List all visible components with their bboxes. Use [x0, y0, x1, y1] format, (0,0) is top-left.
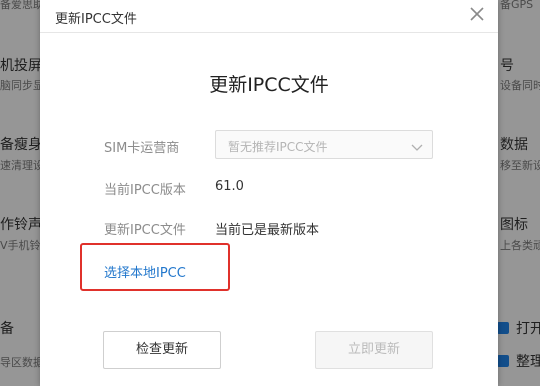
chevron-down-icon: [410, 139, 424, 153]
update-file-label: 更新IPCC文件: [104, 223, 186, 238]
carrier-label: SIM卡运营商: [104, 141, 180, 156]
carrier-select[interactable]: 暂无推荐IPCC文件: [215, 130, 433, 159]
current-version-value: 61.0: [215, 179, 244, 194]
close-icon[interactable]: [468, 5, 486, 23]
current-version-label: 当前IPCC版本: [104, 183, 186, 198]
update-file-status: 当前已是最新版本: [215, 223, 320, 238]
dialog-header: 更新IPCC文件: [40, 0, 498, 33]
carrier-select-value: 暂无推荐IPCC文件: [228, 140, 328, 154]
dialog-title: 更新IPCC文件: [55, 12, 137, 27]
select-local-ipcc-link[interactable]: 选择本地IPCC: [104, 262, 186, 281]
update-now-button[interactable]: 立即更新: [315, 331, 433, 369]
update-ipcc-dialog: 更新IPCC文件 更新IPCC文件 SIM卡运营商 暂无推荐IPCC文件 当前I…: [40, 0, 498, 386]
check-update-button[interactable]: 检查更新: [103, 331, 221, 369]
dialog-heading: 更新IPCC文件: [209, 74, 329, 96]
